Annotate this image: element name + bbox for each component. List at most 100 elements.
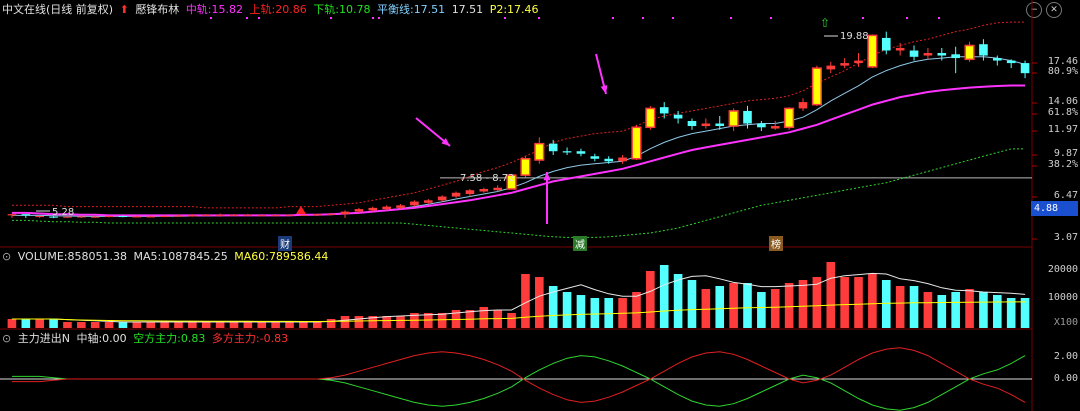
volume-bar xyxy=(507,313,516,328)
ma5-value: 1087845.25 xyxy=(161,250,228,263)
candle-body xyxy=(201,214,211,216)
candle-body xyxy=(854,60,863,64)
annotation-arrow-3-head xyxy=(600,85,608,94)
short-main-label: 空方主力: xyxy=(133,332,181,345)
volume-bar xyxy=(423,313,433,328)
annotations: ⇧ xyxy=(36,16,940,224)
candle-body xyxy=(493,187,502,191)
indicator-header: ⊙ 主力进出N 中轴:0.00 空方主力:0.83 多方主力:-0.83 xyxy=(0,330,291,348)
volume-bar xyxy=(673,274,683,328)
zoom-out-button[interactable]: − xyxy=(1026,2,1042,18)
candle-body xyxy=(979,44,988,56)
candle-body xyxy=(77,216,86,218)
candle-body xyxy=(396,205,405,208)
price-axis-label: 11.97 xyxy=(1047,124,1078,135)
volume-axis-10000: 10000 xyxy=(1047,292,1078,303)
candle-body xyxy=(590,156,600,159)
volume-bar xyxy=(21,319,31,328)
volume-bar xyxy=(160,322,169,328)
stock-title[interactable]: 中文在线(日线 前复权) xyxy=(2,3,113,16)
volume-bar xyxy=(410,313,419,328)
short-main-line xyxy=(11,355,1026,411)
volume-bar xyxy=(49,319,58,328)
volume-bar xyxy=(743,283,752,328)
signal-dot xyxy=(770,17,772,19)
indicator-name[interactable]: 懕锋布林 xyxy=(135,3,179,16)
candle-body xyxy=(465,190,475,195)
candle-body xyxy=(326,213,336,215)
collapse-indicator-icon[interactable]: ⊙ xyxy=(2,332,11,345)
candle-body xyxy=(604,158,614,162)
volume-bar xyxy=(326,319,336,328)
grid-lines xyxy=(0,0,1037,411)
candle-body xyxy=(285,214,294,216)
ma60-value: 789586.44 xyxy=(268,250,329,263)
candle-body xyxy=(118,216,128,218)
volume-label: VOLUME: xyxy=(17,250,68,263)
volume-bar xyxy=(382,316,391,328)
volume-bar xyxy=(535,277,544,328)
up-arrow-icon xyxy=(296,206,306,214)
volume-bar xyxy=(951,292,960,328)
price-axis-label: 3.07 xyxy=(1053,232,1078,243)
candle-body xyxy=(659,107,669,114)
badge-finance[interactable]: 财 xyxy=(278,236,292,251)
candle-body xyxy=(757,123,766,128)
volume-bar xyxy=(590,298,600,328)
volume-bar xyxy=(979,292,988,328)
price-axis-label: 14.06 xyxy=(1047,96,1078,107)
volume-bar xyxy=(465,310,475,328)
badge-reduce[interactable]: 减 xyxy=(573,236,587,251)
volume-bar xyxy=(271,322,280,328)
candle-body xyxy=(895,47,905,51)
volume-bar xyxy=(965,289,974,328)
price-axis-label: 38.2% xyxy=(1047,159,1078,170)
price-axis-label: 6.47 xyxy=(1053,190,1078,201)
annotation-arrow-3 xyxy=(595,53,607,95)
volume-bar xyxy=(757,292,766,328)
range-label: 7.58 - 8.72 xyxy=(460,173,515,184)
indicator-axis-0: 0.00 xyxy=(1053,373,1078,384)
lower-band-line xyxy=(11,148,1026,238)
candle-body xyxy=(437,196,447,201)
axis-value: 0.00 xyxy=(102,332,127,345)
close-panel-button[interactable]: ✕ xyxy=(1046,2,1062,18)
candle-body xyxy=(188,215,197,217)
candle-body xyxy=(90,216,100,218)
collapse-volume-icon[interactable]: ⊙ xyxy=(2,250,11,263)
candle-body xyxy=(160,216,169,218)
candle-body xyxy=(770,126,780,129)
volume-bar xyxy=(993,295,1002,328)
candle-body xyxy=(937,53,947,56)
volume-bars xyxy=(7,262,1030,328)
p2-label: P2: xyxy=(489,3,508,16)
indicator2-name[interactable]: 主力进出N xyxy=(18,332,70,345)
balance-label: 平衡线: xyxy=(376,3,414,16)
volume-bar xyxy=(576,295,586,328)
candle-body xyxy=(840,63,849,66)
candle-body xyxy=(132,216,142,218)
volume-bar xyxy=(201,322,211,328)
upper-value: 20.86 xyxy=(275,3,307,16)
volume-bar xyxy=(340,316,350,328)
candle-body xyxy=(146,216,156,218)
lower-label: 下轨: xyxy=(313,3,339,16)
volume-bar xyxy=(132,322,142,328)
candle-body xyxy=(243,214,253,216)
candle-body xyxy=(35,216,44,218)
balance-value-2: 17.51 xyxy=(451,3,484,16)
indicator-axis-2: 2.00 xyxy=(1053,351,1078,362)
volume-bar xyxy=(701,289,711,328)
signal-dot xyxy=(938,17,940,19)
volume-bar xyxy=(146,322,156,328)
chart-canvas: ⇧ xyxy=(0,0,1037,411)
volume-bar xyxy=(77,322,86,328)
candle-body xyxy=(354,209,364,212)
candle-body xyxy=(368,207,378,211)
candle-body xyxy=(576,151,586,154)
volume-ma60-line xyxy=(11,301,1026,322)
volume-bar xyxy=(7,319,17,328)
candle-body xyxy=(257,215,267,217)
badge-rank[interactable]: 榜 xyxy=(769,236,783,251)
volume-bar xyxy=(937,295,947,328)
